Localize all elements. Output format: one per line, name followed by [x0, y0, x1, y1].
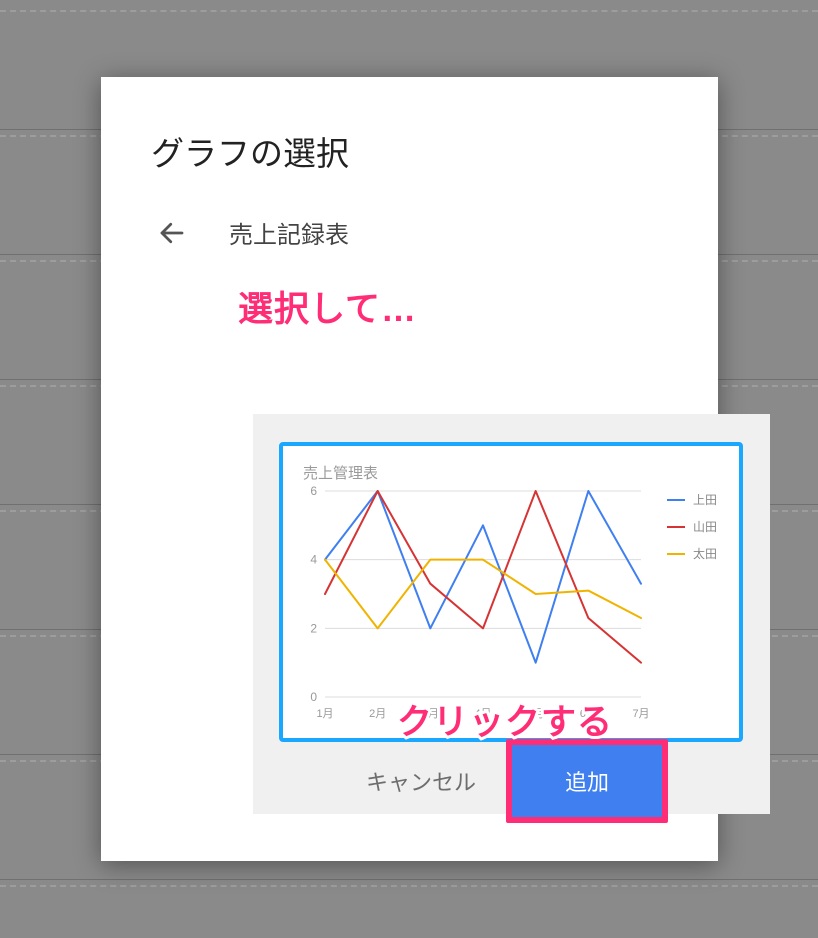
annotation-select: 選択して… — [238, 281, 417, 332]
svg-text:1月: 1月 — [316, 708, 333, 720]
svg-text:0: 0 — [310, 690, 317, 704]
chart-legend: 上田山田太田 — [667, 491, 717, 572]
legend-label: 上田 — [693, 491, 717, 508]
chart-body: 02461月2月3月4月5月6月7月 上田山田太田 — [301, 485, 721, 725]
legend-swatch — [667, 553, 685, 555]
svg-text:6: 6 — [310, 485, 317, 498]
sheet-name-label: 売上記録表 — [229, 215, 349, 250]
legend-item: 太田 — [667, 545, 717, 562]
chart-title: 売上管理表 — [303, 462, 721, 483]
legend-swatch — [667, 526, 685, 528]
back-arrow-icon[interactable] — [155, 216, 189, 250]
dialog-title: グラフの選択 — [151, 127, 668, 175]
dialog-button-row: キャンセル 追加 — [358, 739, 668, 823]
cancel-button[interactable]: キャンセル — [358, 755, 484, 807]
legend-swatch — [667, 499, 685, 501]
svg-text:2: 2 — [310, 621, 317, 635]
chart-svg: 02461月2月3月4月5月6月7月 — [301, 485, 721, 725]
legend-item: 上田 — [667, 491, 717, 508]
annotation-click: クリックする — [397, 694, 613, 745]
svg-text:2月: 2月 — [369, 708, 386, 720]
sheet-selector-row: 売上記録表 — [151, 215, 668, 250]
legend-label: 太田 — [693, 545, 717, 562]
legend-item: 山田 — [667, 518, 717, 535]
svg-text:4: 4 — [310, 553, 317, 567]
legend-label: 山田 — [693, 518, 717, 535]
add-button[interactable]: 追加 — [512, 745, 662, 817]
add-button-highlight: 追加 — [506, 739, 668, 823]
svg-text:7月: 7月 — [632, 708, 649, 720]
